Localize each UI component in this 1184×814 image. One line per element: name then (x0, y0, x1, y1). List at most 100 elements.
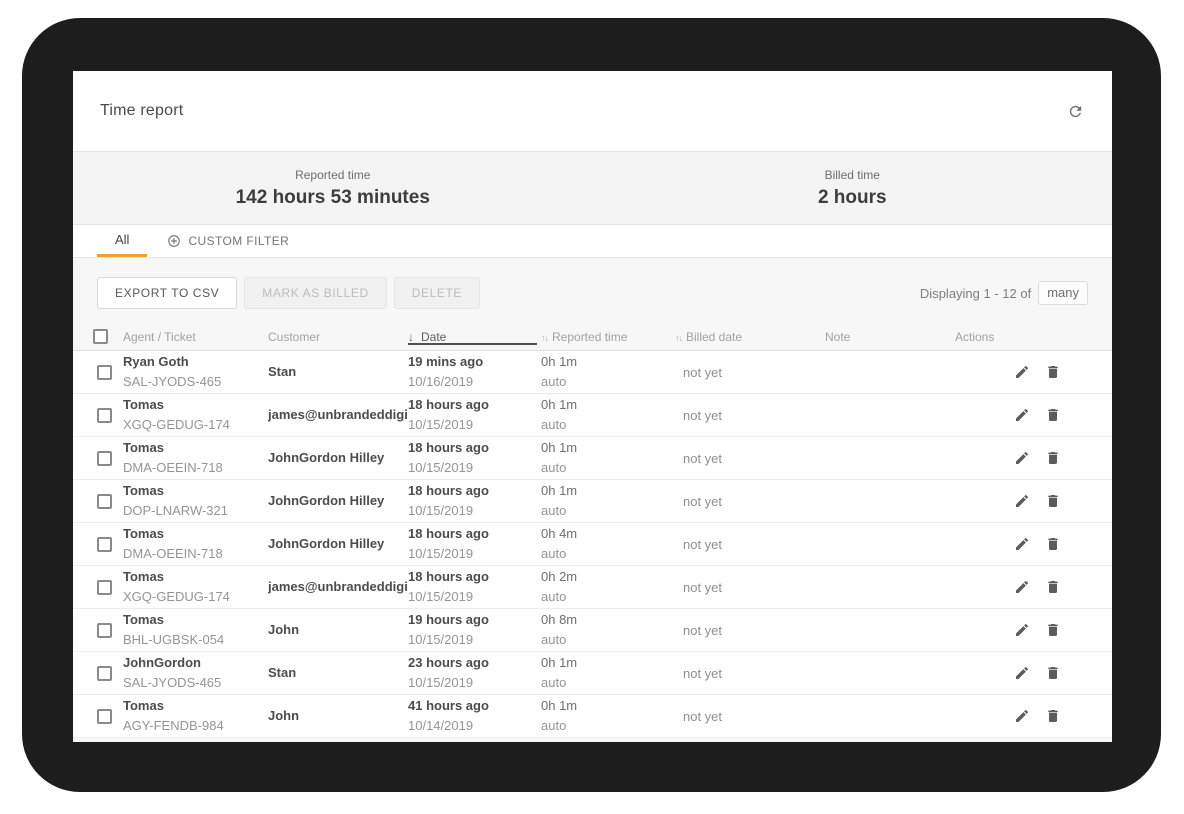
billed-date: not yet (675, 451, 817, 466)
sort-both-icon: ↑↓ (541, 333, 548, 343)
edit-icon[interactable] (1014, 493, 1030, 509)
reported-mode: auto (541, 630, 667, 650)
pagination-info: Displaying 1 - 12 of many (920, 281, 1088, 305)
table-row: Tomas DMA-OEEIN-718 JohnGordon Hilley 18… (73, 437, 1112, 480)
reported-time: 0h 1m (541, 696, 667, 716)
table-body: Ryan Goth SAL-JYODS-465 Stan 19 mins ago… (73, 351, 1112, 738)
billed-date: not yet (675, 623, 817, 638)
date-absolute: 10/15/2019 (408, 458, 533, 478)
edit-icon[interactable] (1014, 536, 1030, 552)
date-absolute: 10/15/2019 (408, 501, 533, 521)
delete-icon[interactable] (1045, 364, 1061, 380)
refresh-icon[interactable] (1064, 100, 1086, 122)
export-to-csv-button[interactable]: EXPORT TO CSV (97, 277, 237, 309)
table-row: Tomas XGQ-GEDUG-174 james@unbrandeddigit… (73, 394, 1112, 437)
delete-icon[interactable] (1045, 407, 1061, 423)
note-cell (825, 695, 955, 737)
app-window: Time report Reported time 142 hours 53 m… (73, 71, 1112, 742)
row-checkbox[interactable] (97, 494, 112, 509)
ticket-code: XGQ-GEDUG-174 (123, 415, 260, 435)
table-row: Tomas DMA-OEEIN-718 JohnGordon Hilley 18… (73, 523, 1112, 566)
row-checkbox[interactable] (97, 666, 112, 681)
header-date[interactable]: ↓ Date (408, 330, 541, 344)
table-row: Tomas BHL-UGBSK-054 John 19 hours ago 10… (73, 609, 1112, 652)
row-checkbox[interactable] (97, 408, 112, 423)
table-row: Tomas DOP-LNARW-321 JohnGordon Hilley 18… (73, 480, 1112, 523)
ticket-code: BHL-UGBSK-054 (123, 630, 260, 650)
billed-date: not yet (675, 365, 817, 380)
billed-time-summary: Billed time 2 hours (593, 152, 1113, 224)
reported-mode: auto (541, 458, 667, 478)
date-relative: 19 mins ago (408, 352, 533, 372)
tab-custom-filter[interactable]: CUSTOM FILTER (167, 225, 289, 257)
header-agent-ticket: Agent / Ticket (123, 330, 268, 344)
reported-time: 0h 1m (541, 481, 667, 501)
row-checkbox[interactable] (97, 580, 112, 595)
reported-mode: auto (541, 716, 667, 736)
edit-icon[interactable] (1014, 622, 1030, 638)
delete-icon[interactable] (1045, 708, 1061, 724)
edit-icon[interactable] (1014, 450, 1030, 466)
row-checkbox[interactable] (97, 623, 112, 638)
agent-name: Tomas (123, 524, 260, 544)
ticket-code: DMA-OEEIN-718 (123, 458, 260, 478)
date-absolute: 10/14/2019 (408, 716, 533, 736)
delete-icon[interactable] (1045, 493, 1061, 509)
mark-as-billed-button[interactable]: MARK AS BILLED (244, 277, 386, 309)
date-relative: 18 hours ago (408, 567, 533, 587)
date-relative: 18 hours ago (408, 438, 533, 458)
delete-icon[interactable] (1045, 579, 1061, 595)
date-absolute: 10/15/2019 (408, 544, 533, 564)
reported-time: 0h 1m (541, 352, 667, 372)
header-reported-time[interactable]: ↑↓Reported time (541, 330, 675, 344)
delete-icon[interactable] (1045, 536, 1061, 552)
table-row: Tomas AGY-FENDB-984 John 41 hours ago 10… (73, 695, 1112, 738)
ticket-code: SAL-JYODS-465 (123, 673, 260, 693)
delete-icon[interactable] (1045, 622, 1061, 638)
delete-icon[interactable] (1045, 450, 1061, 466)
select-all-checkbox[interactable] (93, 329, 108, 344)
app-header: Time report (73, 71, 1112, 152)
tab-all[interactable]: All (97, 225, 147, 257)
date-relative: 18 hours ago (408, 524, 533, 544)
edit-icon[interactable] (1014, 364, 1030, 380)
reported-time: 0h 4m (541, 524, 667, 544)
sort-both-icon: ↑↓ (675, 333, 682, 343)
date-absolute: 10/16/2019 (408, 372, 533, 392)
tab-all-label: All (115, 232, 129, 247)
delete-button[interactable]: DELETE (394, 277, 480, 309)
reported-mode: auto (541, 587, 667, 607)
row-checkbox[interactable] (97, 709, 112, 724)
customer-name: JohnGordon Hilley (268, 448, 400, 468)
reported-mode: auto (541, 544, 667, 564)
note-cell (825, 566, 955, 608)
edit-icon[interactable] (1014, 665, 1030, 681)
billed-date: not yet (675, 408, 817, 423)
delete-icon[interactable] (1045, 665, 1061, 681)
note-cell (825, 437, 955, 479)
edit-icon[interactable] (1014, 407, 1030, 423)
date-relative: 18 hours ago (408, 395, 533, 415)
note-cell (825, 523, 955, 565)
edit-icon[interactable] (1014, 708, 1030, 724)
note-cell (825, 652, 955, 694)
header-customer: Customer (268, 330, 408, 344)
agent-name: Tomas (123, 395, 260, 415)
total-count-chip[interactable]: many (1038, 281, 1088, 305)
agent-name: Tomas (123, 438, 260, 458)
edit-icon[interactable] (1014, 579, 1030, 595)
billed-date: not yet (675, 494, 817, 509)
header-billed-date[interactable]: ↑↓Billed date (675, 330, 825, 344)
date-relative: 41 hours ago (408, 696, 533, 716)
ticket-code: AGY-FENDB-984 (123, 716, 260, 736)
row-checkbox[interactable] (97, 451, 112, 466)
table-header: Agent / Ticket Customer ↓ Date ↑↓Reporte… (73, 323, 1112, 351)
agent-name: JohnGordon (123, 653, 260, 673)
row-checkbox[interactable] (97, 537, 112, 552)
row-checkbox[interactable] (97, 365, 112, 380)
billed-date: not yet (675, 666, 817, 681)
tab-custom-filter-label: CUSTOM FILTER (188, 234, 289, 248)
reported-time: 0h 1m (541, 438, 667, 458)
note-cell (825, 609, 955, 651)
reported-mode: auto (541, 501, 667, 521)
